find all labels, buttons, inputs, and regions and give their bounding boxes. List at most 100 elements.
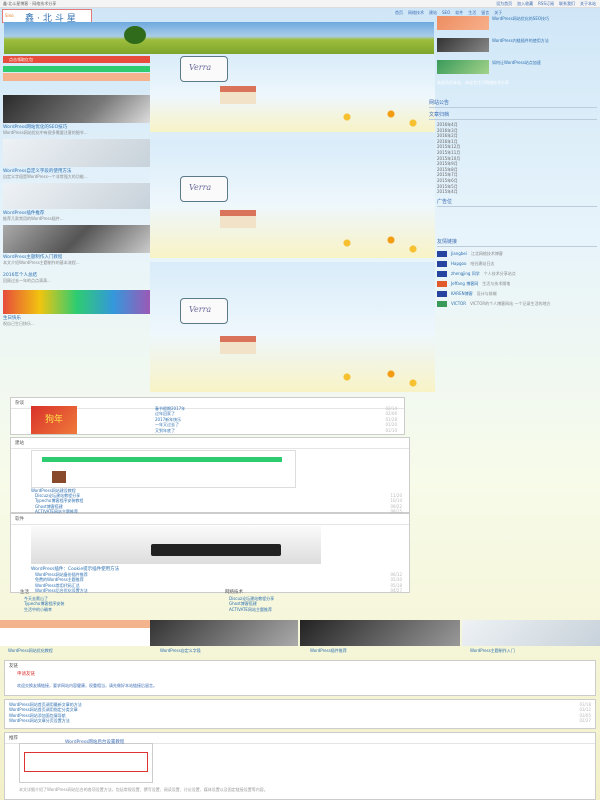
- list-item[interactable]: ACTIVATE网站主题推荐: [225, 607, 410, 612]
- archive-item[interactable]: 2015年4月: [437, 189, 597, 195]
- ad-bar[interactable]: [3, 73, 150, 81]
- archive-list: 2016年4月 2016年3月 2016年2月 2016年1月 2015年12月…: [437, 122, 597, 195]
- post-image[interactable]: [3, 290, 150, 314]
- image-strip: WordPress网站优化教程 WordPress自定义字段 WordPress…: [0, 620, 600, 654]
- left-column: 点击领取红包 WordPress网站优化的SEO技巧 WordPress网站优化…: [3, 56, 150, 327]
- ad-bar[interactable]: [3, 66, 150, 72]
- notice-heading: 网站公告: [429, 99, 597, 108]
- featured-image[interactable]: [31, 526, 321, 564]
- friend-link[interactable]: Hapgoo 哈谷建站日志: [437, 259, 597, 269]
- twin-lists: 生活 今天去爬山了 Typecho博客程序安装 生活中的小确幸 网络技术 Dis…: [20, 588, 410, 618]
- flag-icon: [437, 280, 447, 287]
- list-item[interactable]: 生活中的小确幸: [20, 607, 205, 612]
- top-link[interactable]: 设为首页: [496, 1, 512, 7]
- notice-block: 欢迎访问本站，本站专注于网络技术分享: [437, 80, 597, 96]
- house-illustration: [220, 336, 256, 354]
- featured-image[interactable]: 狗年: [31, 406, 77, 434]
- friend-link[interactable]: VICTOR VICTOR的个人博客网站 一个记录生活的地方: [437, 299, 597, 309]
- archive-heading: 文章归档: [429, 111, 597, 120]
- post-excerpt: 推荐几款常用的WordPress插件...: [3, 216, 64, 221]
- ad-slot: [437, 209, 597, 235]
- category-box: 杂谈 狗年 春节假期2017年 02/14 过年回家了 02/06 2017新年快乐…: [10, 397, 405, 435]
- friend-link[interactable]: zhengjing 同学 个人技术分享站点: [437, 269, 597, 279]
- recent-post-title[interactable]: WordPress内链插件的使用方法: [492, 38, 596, 43]
- featured-box: 推荐 WordPress网站后台设置教程 本文详细介绍了WordPress网站后…: [4, 732, 596, 800]
- recent-post[interactable]: WordPress内链插件的使用方法: [437, 36, 597, 56]
- twin-list: 生活 今天去爬山了 Typecho博客程序安装 生活中的小确幸: [20, 588, 205, 618]
- house-illustration: [220, 210, 256, 228]
- twin-list: 网络技术 Discuz论坛建站教程分享 Ghost博客搭建 ACTIVATE网站…: [225, 588, 410, 618]
- friend-links: Jiangbei 江北网络技术博客 Hapgoo 哈谷建站日志 zhengjing …: [437, 249, 597, 309]
- featured-image[interactable]: [19, 743, 153, 783]
- top-link[interactable]: 加入收藏: [517, 1, 533, 7]
- list-heading: 网络技术: [225, 590, 243, 595]
- list-item[interactable]: 又到年底了 01/10: [151, 428, 401, 433]
- flag-icon: [437, 270, 447, 277]
- box-heading: 建站: [11, 438, 409, 449]
- nav-item[interactable]: 网络技术: [408, 10, 424, 16]
- ad-heading: 广告位: [437, 198, 597, 207]
- recent-post[interactable]: 如何让WordPress站点加速: [437, 58, 597, 78]
- background-scene: Verra: [150, 140, 435, 258]
- post-image[interactable]: [3, 183, 150, 209]
- strip-image[interactable]: [462, 620, 600, 646]
- background-scene: Verra: [150, 54, 435, 132]
- flag-icon: [437, 260, 447, 267]
- strip-caption[interactable]: WordPress主题制作入门: [470, 648, 515, 654]
- nav-item[interactable]: 首页: [395, 10, 403, 16]
- house-illustration: [220, 86, 256, 104]
- post-image[interactable]: [3, 225, 150, 253]
- links-box: 友链 申请友链 欢迎交换友情链接，要求网站内容健康，权重相当，请先做好本站链接后…: [4, 660, 596, 696]
- nav-item[interactable]: 建站: [429, 10, 437, 16]
- featured-title[interactable]: WordPress网站后台设置教程: [65, 739, 124, 745]
- header-banner: [4, 22, 434, 54]
- post-excerpt: 回顾过去一年的点点滴滴...: [3, 278, 51, 283]
- top-bar-links: 设为首页 加入收藏 RSS订阅 联系我们 关于本站: [496, 1, 596, 7]
- post-list: Discuz论坛建站教程分享 11/20 Typecho博客程序安装教程 10/14…: [31, 493, 406, 515]
- post-thumbnail: [437, 38, 489, 52]
- flowers-illustration: [325, 228, 435, 258]
- strip-caption[interactable]: WordPress网站优化教程: [8, 648, 53, 654]
- right-sidebar: WordPress网站优化的SEO技巧 WordPress内链插件的使用方法 如…: [429, 14, 597, 309]
- flowers-illustration: [325, 102, 435, 132]
- post-excerpt: 自定义字段是WordPress一个非常强大的功能...: [3, 174, 88, 179]
- friend-link[interactable]: Jiangbei 江北网络技术博客: [437, 249, 597, 259]
- red-packet-ad[interactable]: 点击领取红包: [3, 56, 150, 63]
- top-link[interactable]: RSS订阅: [538, 1, 554, 7]
- post-image[interactable]: [3, 95, 150, 123]
- featured-description: 本文详细介绍了WordPress网站后台的各项设置方法，包括常规设置、撰写设置、…: [19, 787, 268, 792]
- strip-image[interactable]: [150, 620, 298, 646]
- links-description: 欢迎交换友情链接，要求网站内容健康，权重相当，请先做好本站链接后留言。: [17, 683, 157, 688]
- strip-caption[interactable]: WordPress插件推荐: [310, 648, 347, 654]
- apply-link-button[interactable]: 申请友链: [17, 671, 35, 677]
- flowers-illustration: [325, 362, 435, 392]
- flag-icon: [437, 290, 447, 297]
- strip-image[interactable]: [0, 620, 150, 646]
- recent-post-title[interactable]: WordPress网站优化的SEO技巧: [492, 16, 596, 21]
- friend-link[interactable]: Jeffang 博客网 生活与技术随笔: [437, 279, 597, 289]
- strip-caption[interactable]: WordPress自定义字段: [160, 648, 201, 654]
- hanging-sign: Verra: [180, 176, 228, 202]
- box-heading: 友链: [9, 664, 18, 669]
- top-link[interactable]: 关于本站: [580, 1, 596, 7]
- hanging-sign: Verra: [180, 56, 228, 82]
- post-excerpt: 本文介绍WordPress主题制作的基本流程...: [3, 260, 80, 265]
- site-logo[interactable]: Sino 鑫·北斗星: [2, 9, 92, 24]
- post-list: WordPress网站首页调用最新文章的方法 03/18 WordPress网站首…: [5, 700, 595, 724]
- list-item[interactable]: WordPress网站文章分页设置方法 02/27: [5, 718, 595, 723]
- post-image[interactable]: [3, 139, 150, 167]
- links-heading: 友情链接: [437, 238, 597, 247]
- strip-image[interactable]: [300, 620, 460, 646]
- post-list: 春节假期2017年 02/14 过年回家了 02/06 2017新年快乐 01/28 …: [151, 406, 401, 433]
- top-link[interactable]: 联系我们: [559, 1, 575, 7]
- friend-link[interactable]: KAREN博客 设计与前端: [437, 289, 597, 299]
- top-bar: 鑫·北斗星博客 - 网络技术分享 设为首页 加入收藏 RSS订阅 联系我们 关于…: [0, 0, 600, 8]
- post-thumbnail: [437, 60, 489, 74]
- box-heading: 软件: [11, 514, 409, 525]
- post-thumbnail: [437, 16, 489, 30]
- recent-post[interactable]: WordPress网站优化的SEO技巧: [437, 14, 597, 34]
- category-box: 软件 WordPress插件：Cookie提示插件使用方法 WordPress网…: [10, 513, 410, 593]
- notice-text: 欢迎访问本站，本站专注于网络技术分享: [437, 80, 509, 85]
- recent-post-title[interactable]: 如何让WordPress站点加速: [492, 60, 596, 65]
- featured-image[interactable]: [31, 450, 296, 488]
